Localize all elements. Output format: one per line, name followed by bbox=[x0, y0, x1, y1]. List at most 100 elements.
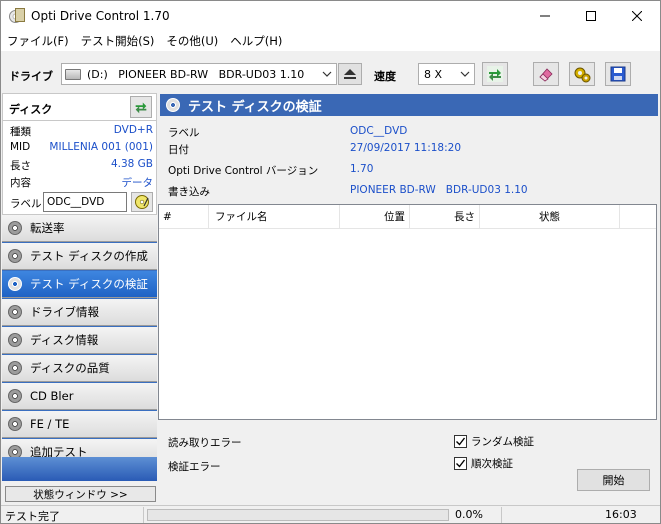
disc-icon bbox=[8, 249, 22, 263]
drive-select-value: (D:) PIONEER BD-RW BDR-UD03 1.10 bbox=[87, 67, 305, 81]
floppy-save-icon bbox=[610, 66, 626, 82]
property-row: ラベル ODC__DVD bbox=[160, 123, 658, 139]
disc-info-row: 種類 DVD+R bbox=[3, 124, 158, 140]
column-header-status[interactable]: 状態 bbox=[480, 205, 620, 229]
start-button[interactable]: 開始 bbox=[577, 469, 650, 491]
verify-error-label: 検証エラー bbox=[168, 461, 221, 473]
apply-label-button[interactable] bbox=[131, 192, 153, 212]
page-title: テスト ディスクの検証 bbox=[188, 99, 322, 115]
nav-item-disc-info[interactable]: ディスク情報 bbox=[2, 327, 157, 354]
column-header-number[interactable]: # bbox=[159, 205, 209, 229]
disc-icon bbox=[8, 361, 22, 375]
menu-help[interactable]: ヘルプ(H) bbox=[224, 31, 288, 51]
main-panel: テスト ディスクの検証 ラベル ODC__DVD 日付 27/09/2017 1… bbox=[158, 93, 660, 503]
menu-other[interactable]: その他(U) bbox=[160, 31, 224, 51]
refresh-arrows-icon bbox=[487, 66, 503, 82]
eject-button[interactable] bbox=[338, 63, 362, 85]
app-icon bbox=[9, 8, 25, 24]
drive-icon bbox=[65, 68, 81, 80]
eraser-icon bbox=[539, 68, 553, 82]
property-row: 書き込み PIONEER BD-RW BDR-UD03 1.10 bbox=[160, 182, 658, 198]
nav-filler bbox=[2, 457, 157, 481]
settings-button[interactable] bbox=[569, 62, 595, 86]
nav-item-label: ディスク情報 bbox=[30, 333, 99, 347]
status-window-button[interactable]: 状態ウィンドウ >> bbox=[5, 486, 156, 502]
disc-icon bbox=[8, 221, 22, 235]
status-separator bbox=[143, 507, 144, 523]
progress-bar bbox=[147, 509, 449, 521]
speed-select-value: 8 X bbox=[424, 67, 443, 81]
status-bar: テスト完了 0.0% 16:03 bbox=[1, 505, 660, 523]
disc-info-value: データ bbox=[121, 177, 154, 189]
title-bar: Opti Drive Control 1.70 bbox=[1, 1, 660, 31]
erase-button[interactable] bbox=[533, 62, 559, 86]
clock-text: 16:03 bbox=[605, 508, 637, 521]
chevron-down-icon bbox=[460, 71, 470, 77]
disc-pencil-icon bbox=[135, 195, 149, 209]
nav-item-disc-quality[interactable]: ディスクの品質 bbox=[2, 355, 157, 382]
property-row: 日付 27/09/2017 11:18:20 bbox=[160, 140, 658, 156]
check-icon bbox=[456, 459, 466, 468]
save-button[interactable] bbox=[605, 62, 631, 86]
checkbox-box bbox=[454, 435, 467, 448]
check-icon bbox=[456, 437, 466, 446]
nav-item-label: テスト ディスクの作成 bbox=[30, 249, 148, 263]
disc-info-row: 内容 データ bbox=[3, 175, 158, 191]
minimize-icon bbox=[540, 15, 550, 17]
menu-bar: ファイル(F) テスト開始(S) その他(U) ヘルプ(H) bbox=[1, 31, 660, 51]
column-header-filename[interactable]: ファイル名 bbox=[209, 205, 340, 229]
disc-icon bbox=[8, 277, 22, 291]
menu-file[interactable]: ファイル(F) bbox=[1, 31, 75, 51]
refresh-drive-button[interactable] bbox=[482, 62, 508, 86]
disc-icon bbox=[8, 389, 22, 403]
nav-item-fe-te[interactable]: FE / TE bbox=[2, 411, 157, 438]
property-value: ODC__DVD bbox=[350, 125, 408, 137]
drive-label: ドライブ bbox=[9, 70, 53, 83]
disc-icon bbox=[8, 305, 22, 319]
drive-select[interactable]: (D:) PIONEER BD-RW BDR-UD03 1.10 bbox=[61, 63, 337, 85]
speed-select[interactable]: 8 X bbox=[418, 63, 475, 85]
nav-item-label: テスト ディスクの検証 bbox=[30, 277, 148, 291]
left-panel: ディスク 種類 DVD+R MID MILLENIA 001 (001) 長さ … bbox=[2, 93, 157, 503]
maximize-icon bbox=[586, 11, 596, 21]
property-value: 1.70 bbox=[350, 163, 374, 175]
random-verify-label: ランダム検証 bbox=[471, 436, 534, 448]
refresh-arrows-icon bbox=[135, 102, 147, 114]
app-window: Opti Drive Control 1.70 ファイル(F) テスト開始(S)… bbox=[0, 0, 661, 524]
table-header: # ファイル名 位置 長さ 状態 bbox=[159, 205, 656, 229]
nav-item-create-test-disc[interactable]: テスト ディスクの作成 bbox=[2, 243, 157, 270]
main-header: テスト ディスクの検証 bbox=[160, 94, 658, 116]
property-row: Opti Drive Control バージョン 1.70 bbox=[160, 161, 658, 177]
nav-item-label: FE / TE bbox=[30, 417, 70, 431]
status-separator bbox=[501, 507, 502, 523]
close-button[interactable] bbox=[614, 1, 660, 31]
disc-info-value: DVD+R bbox=[113, 124, 153, 136]
column-header-length[interactable]: 長さ bbox=[410, 205, 480, 229]
checkbox-box bbox=[454, 457, 467, 470]
property-value: 27/09/2017 11:18:20 bbox=[350, 142, 462, 154]
nav-item-label: 転送率 bbox=[30, 221, 65, 235]
property-key: Opti Drive Control バージョン bbox=[168, 165, 319, 177]
refresh-disc-button[interactable] bbox=[130, 96, 152, 118]
maximize-button[interactable] bbox=[568, 1, 614, 31]
disc-info-key: MID bbox=[10, 141, 31, 153]
gears-icon bbox=[574, 67, 591, 83]
read-error-label: 読み取りエラー bbox=[168, 437, 242, 449]
results-table[interactable]: # ファイル名 位置 長さ 状態 bbox=[158, 204, 657, 420]
nav-item-transfer-rate[interactable]: 転送率 bbox=[2, 215, 157, 242]
random-verify-checkbox[interactable]: ランダム検証 bbox=[454, 434, 534, 449]
disc-info-value: MILLENIA 001 (001) bbox=[49, 141, 153, 153]
nav-item-drive-info[interactable]: ドライブ情報 bbox=[2, 299, 157, 326]
disc-label-input[interactable]: ODC__DVD bbox=[43, 192, 127, 212]
disc-label-key: ラベル bbox=[10, 198, 42, 210]
column-header-position[interactable]: 位置 bbox=[340, 205, 410, 229]
minimize-button[interactable] bbox=[522, 1, 568, 31]
disc-info-value: 4.38 GB bbox=[110, 158, 153, 170]
menu-test-start[interactable]: テスト開始(S) bbox=[75, 31, 161, 51]
nav-item-cd-bler[interactable]: CD Bler bbox=[2, 383, 157, 410]
disc-icon bbox=[8, 417, 22, 431]
progress-text: 0.0% bbox=[455, 508, 483, 521]
nav-item-verify-test-disc[interactable]: テスト ディスクの検証 bbox=[2, 271, 157, 298]
test-properties: ラベル ODC__DVD 日付 27/09/2017 11:18:20 Opti… bbox=[160, 118, 658, 204]
sequential-verify-checkbox[interactable]: 順次検証 bbox=[454, 456, 513, 471]
